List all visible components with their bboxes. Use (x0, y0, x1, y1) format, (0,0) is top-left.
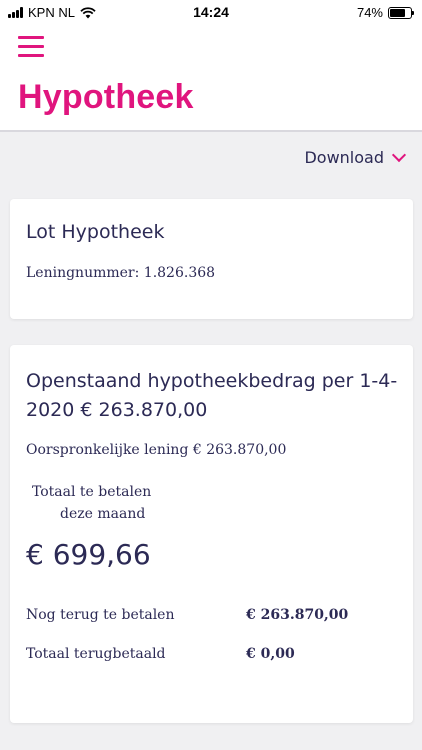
loan-title: Lot Hypotheek (26, 221, 165, 243)
original-loan: Oorspronkelijke lening € 263.870,00 (26, 442, 287, 458)
repaid-value: € 0,00 (246, 646, 295, 662)
total-due-label-line2: deze maand (60, 506, 146, 522)
remaining-row: Nog terug te betalen € 263.870,00 (26, 607, 401, 623)
download-label: Download (304, 148, 384, 167)
battery-icon (388, 6, 414, 19)
total-due-label-line1: Totaal te betalen (32, 484, 152, 500)
repaid-label: Totaal terugbetaald (26, 646, 166, 662)
repaid-row: Totaal terugbetaald € 0,00 (26, 646, 401, 662)
remaining-label: Nog terug te betalen (26, 607, 175, 623)
status-bar: KPN NL 14:24 74% (0, 0, 422, 26)
page-title: Hypotheek (18, 78, 194, 116)
remaining-value: € 263.870,00 (246, 607, 349, 623)
app-header: Hypotheek (0, 26, 422, 132)
battery-percent: 74% (356, 5, 383, 20)
balance-card: Openstaand hypotheekbedrag per 1-4-2020 … (10, 345, 413, 723)
hamburger-menu-icon[interactable] (18, 36, 46, 60)
total-due-label: Totaal te betalen deze maand (32, 481, 151, 525)
chevron-down-icon (391, 147, 407, 163)
download-button[interactable]: Download (304, 147, 407, 167)
loan-number: Leningnummer: 1.826.368 (26, 265, 216, 281)
outstanding-title: Openstaand hypotheekbedrag per 1-4-2020 … (26, 370, 398, 421)
monthly-amount: € 699,66 (26, 538, 151, 571)
status-right: 74% (356, 5, 414, 20)
loan-card: Lot Hypotheek Leningnummer: 1.826.368 (10, 199, 413, 319)
